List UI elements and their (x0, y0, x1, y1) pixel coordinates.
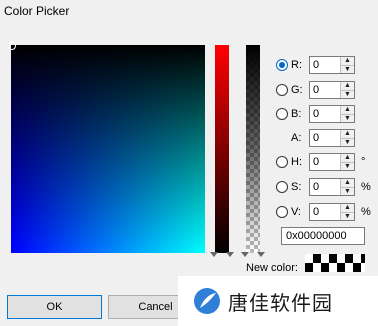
feather-logo-icon (194, 288, 220, 314)
spin-value-v[interactable]: 0 (310, 204, 340, 220)
channel-label-r: R: (291, 59, 302, 71)
window-title: Color Picker (4, 4, 70, 18)
alpha-thumb-right-icon[interactable] (257, 252, 265, 257)
down-arrow-icon[interactable]: ▼ (341, 162, 354, 170)
down-arrow-icon[interactable]: ▼ (341, 90, 354, 98)
spin-h[interactable]: 0 ▲ ▼ (309, 153, 355, 171)
new-color-label: New color: (246, 262, 298, 274)
picker-marker[interactable] (8, 42, 16, 50)
channel-label-h: H: (291, 156, 302, 168)
radio-b[interactable] (276, 108, 288, 120)
spin-value-h[interactable]: 0 (310, 154, 340, 170)
radio-h[interactable] (276, 156, 288, 168)
down-arrow-icon[interactable]: ▼ (341, 187, 354, 195)
ok-button[interactable]: OK (7, 295, 102, 319)
spin-value-a[interactable]: 0 (310, 130, 340, 146)
up-arrow-icon[interactable]: ▲ (341, 154, 354, 163)
down-arrow-icon[interactable]: ▼ (341, 65, 354, 73)
channel-label-v: V: (291, 206, 301, 218)
new-color-swatch (305, 254, 365, 272)
spin-value-g[interactable]: 0 (310, 82, 340, 98)
radio-r[interactable] (276, 59, 288, 71)
watermark: 唐佳软件园 (178, 276, 378, 326)
channel-row-s: S: 0 ▲ ▼ % (276, 178, 371, 196)
channel-slider[interactable] (215, 45, 229, 253)
spin-r[interactable]: 0 ▲ ▼ (309, 56, 355, 74)
spin-a[interactable]: 0 ▲ ▼ (309, 129, 355, 147)
channel-row-h: H: 0 ▲ ▼ ° (276, 153, 365, 171)
slider-thumb-right-icon[interactable] (226, 252, 234, 257)
channel-row-a: A: 0 ▲ ▼ (291, 129, 361, 147)
unit-s: % (361, 181, 371, 193)
up-arrow-icon[interactable]: ▲ (341, 179, 354, 188)
channel-label-g: G: (291, 84, 303, 96)
radio-s[interactable] (276, 181, 288, 193)
radio-v[interactable] (276, 206, 288, 218)
channel-label-b: B: (291, 108, 302, 120)
saturation-value-picker[interactable] (11, 45, 205, 253)
channel-row-g: G: 0 ▲ ▼ (276, 81, 361, 99)
up-arrow-icon[interactable]: ▲ (341, 204, 354, 213)
channel-row-b: B: 0 ▲ ▼ (276, 105, 361, 123)
up-arrow-icon[interactable]: ▲ (341, 57, 354, 66)
spin-g[interactable]: 0 ▲ ▼ (309, 81, 355, 99)
alpha-slider[interactable] (246, 45, 260, 253)
radio-g[interactable] (276, 84, 288, 96)
down-arrow-icon[interactable]: ▼ (341, 114, 354, 122)
channel-row-v: V: 0 ▲ ▼ % (276, 203, 371, 221)
spin-value-s[interactable]: 0 (310, 179, 340, 195)
channel-label-s: S: (291, 181, 302, 193)
spin-s[interactable]: 0 ▲ ▼ (309, 178, 355, 196)
alpha-thumb-left-icon[interactable] (241, 252, 249, 257)
spin-v[interactable]: 0 ▲ ▼ (309, 203, 355, 221)
spin-value-b[interactable]: 0 (310, 106, 340, 122)
watermark-text: 唐佳软件园 (228, 292, 333, 315)
down-arrow-icon[interactable]: ▼ (341, 212, 354, 220)
unit-v: % (361, 206, 371, 218)
up-arrow-icon[interactable]: ▲ (341, 82, 354, 91)
up-arrow-icon[interactable]: ▲ (341, 130, 354, 139)
unit-h: ° (361, 156, 366, 168)
slider-thumb-left-icon[interactable] (210, 252, 218, 257)
channel-row-r: R: 0 ▲ ▼ (276, 56, 361, 74)
down-arrow-icon[interactable]: ▼ (341, 138, 354, 146)
channel-label-a: A: (291, 132, 302, 144)
spin-b[interactable]: 0 ▲ ▼ (309, 105, 355, 123)
spin-value-r[interactable]: 0 (310, 57, 340, 73)
up-arrow-icon[interactable]: ▲ (341, 106, 354, 115)
hex-input[interactable]: 0x00000000 (281, 227, 365, 245)
